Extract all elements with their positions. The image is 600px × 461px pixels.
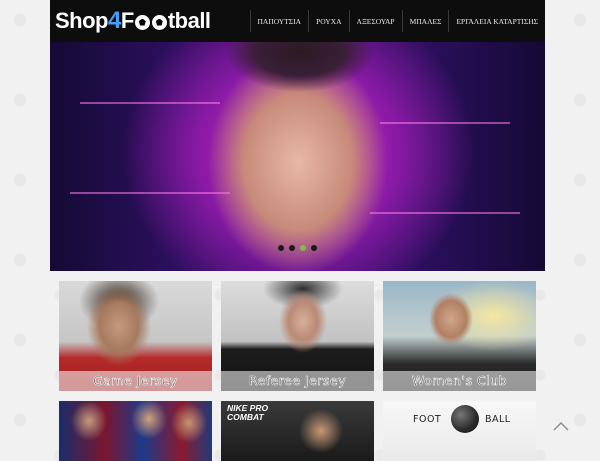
hero-image (225, 42, 375, 102)
logo-prefix: Shop (55, 8, 109, 33)
nav-item-accessories[interactable]: ΑΞΕΣΟΥΑΡ (348, 10, 402, 32)
nike-promo-text: NIKE PRO COMBAT (227, 404, 268, 422)
promo-tile-football[interactable]: FOOT BALL (383, 401, 536, 461)
category-tile-game-jersey[interactable]: Game Jersey (59, 281, 212, 391)
category-label: Referee Jersey (221, 371, 374, 391)
promo-tile-team[interactable] (59, 401, 212, 461)
decorative-streak (380, 122, 510, 124)
football-text-right: BALL (485, 414, 511, 425)
site-header: Shop 4 Ftball ΠΑΠΟΥΤΣΙΑ ΡΟΥΧΑ ΑΞΕΣΟΥΑΡ ΜΠΑ… (50, 0, 545, 42)
slider-dot[interactable] (278, 245, 284, 251)
decorative-streak (80, 102, 220, 104)
slider-pagination (50, 245, 545, 251)
slider-dot-active[interactable] (300, 245, 306, 251)
category-label: Game Jersey (59, 371, 212, 391)
site-logo[interactable]: Shop 4 Ftball (55, 6, 211, 36)
logo-letter-f: F (120, 8, 134, 33)
nav-item-balls[interactable]: ΜΠΑΛΕΣ (401, 10, 449, 32)
football-text-left: FOOT (413, 414, 442, 425)
nike-line-2: COMBAT (227, 412, 264, 422)
decorative-streak (70, 192, 230, 194)
promo-tile-nike-pro-combat[interactable]: NIKE PRO COMBAT (221, 401, 374, 461)
nav-item-clothes[interactable]: ΡΟΥΧΑ (308, 10, 348, 32)
slider-dot[interactable] (289, 245, 295, 251)
football-icon (451, 405, 479, 433)
category-label: Women's Club (383, 371, 536, 391)
nav-item-training-tools[interactable]: ΕΡΓΑΛΕΙΑ ΚΑΤΑΡΤΙΣΗΣ (448, 10, 545, 32)
logo-suffix: tball (167, 8, 211, 33)
chevron-up-icon[interactable] (553, 420, 569, 432)
hero-slider[interactable] (50, 42, 545, 271)
nav-item-shoes[interactable]: ΠΑΠΟΥΤΣΙΑ (249, 10, 309, 32)
football-icon (151, 14, 167, 30)
decorative-streak (370, 212, 520, 214)
category-tile-womens-club[interactable]: Women's Club (383, 281, 536, 391)
page: Shop 4 Ftball ΠΑΠΟΥΤΣΙΑ ΡΟΥΧΑ ΑΞΕΣΟΥΑΡ ΜΠΑ… (50, 0, 545, 461)
main-nav: ΠΑΠΟΥΤΣΙΑ ΡΟΥΧΑ ΑΞΕΣΟΥΑΡ ΜΠΑΛΕΣ ΕΡΓΑΛΕΙΑ… (249, 10, 546, 32)
football-icon (134, 14, 150, 30)
slider-dot[interactable] (311, 245, 317, 251)
logo-number: 4 (108, 7, 121, 34)
category-tile-referee-jersey[interactable]: Referee Jersey (221, 281, 374, 391)
